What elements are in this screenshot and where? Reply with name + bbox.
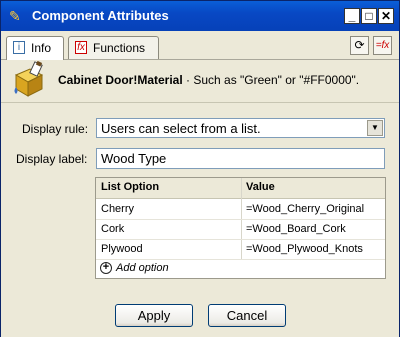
list-option-cell[interactable]: Cork <box>101 223 124 235</box>
apply-button[interactable]: Apply <box>115 304 193 327</box>
list-options-table: List Option Value Cherry =Wood_Cherry_Or… <box>95 177 386 279</box>
value-cell[interactable]: =Wood_Plywood_Knots <box>246 243 363 255</box>
attribute-hint: · Such as "Green" or "#FF0000". <box>182 73 360 87</box>
chevron-down-icon[interactable]: ▼ <box>367 120 383 136</box>
table-row[interactable]: Cherry =Wood_Cherry_Original <box>96 199 385 220</box>
component-attributes-window: ✎ Component Attributes _ □ ✕ i Info fx F… <box>0 0 400 337</box>
list-option-cell[interactable]: Cherry <box>101 203 134 215</box>
column-header-value[interactable]: Value <box>246 181 275 193</box>
display-rule-value: Users can select from a list. <box>101 121 261 136</box>
column-header-list-option[interactable]: List Option <box>101 181 159 193</box>
functions-icon: fx <box>75 41 87 54</box>
display-rule-label: Display rule: <box>22 122 89 136</box>
tab-info[interactable]: i Info <box>6 36 64 60</box>
tab-bar: i Info fx Functions ⟳ =fx <box>1 32 399 60</box>
refresh-icon: ⟳ <box>354 38 365 52</box>
value-cell[interactable]: =Wood_Cherry_Original <box>246 203 364 215</box>
add-option-link[interactable]: Add option <box>116 262 169 274</box>
attribute-description: Cabinet Door!Material · Such as "Green" … <box>58 73 359 87</box>
formula-button[interactable]: =fx <box>373 36 392 55</box>
table-row[interactable]: Plywood =Wood_Plywood_Knots <box>96 239 385 260</box>
refresh-button[interactable]: ⟳ <box>350 36 369 55</box>
title-bar[interactable]: ✎ Component Attributes _ □ ✕ <box>1 1 399 31</box>
value-cell[interactable]: =Wood_Board_Cork <box>246 223 346 235</box>
attribute-path: Cabinet Door!Material <box>58 73 183 87</box>
paint-bucket-icon <box>14 61 44 97</box>
attribute-info-bar: Cabinet Door!Material · Such as "Green" … <box>1 60 399 102</box>
paintbrush-icon: ✎ <box>9 8 21 24</box>
close-button[interactable]: ✕ <box>378 8 394 24</box>
display-label-input[interactable]: Wood Type <box>96 148 385 169</box>
tab-functions[interactable]: fx Functions <box>68 36 159 59</box>
formula-icon: =fx <box>375 40 390 51</box>
minimize-button[interactable]: _ <box>344 8 360 24</box>
tab-functions-label: Functions <box>93 41 146 55</box>
display-label-label: Display label: <box>16 152 88 166</box>
tab-info-label: Info <box>31 41 52 55</box>
table-row[interactable]: Cork =Wood_Board_Cork <box>96 219 385 240</box>
add-circle-icon[interactable]: + <box>100 262 112 274</box>
cancel-button[interactable]: Cancel <box>208 304 286 327</box>
info-icon: i <box>13 41 25 54</box>
window-title: Component Attributes <box>32 8 169 23</box>
list-option-cell[interactable]: Plywood <box>101 243 143 255</box>
display-rule-select[interactable]: Users can select from a list. ▼ <box>96 118 385 138</box>
add-option-row[interactable]: + Add option <box>96 259 385 278</box>
maximize-button[interactable]: □ <box>361 8 377 24</box>
